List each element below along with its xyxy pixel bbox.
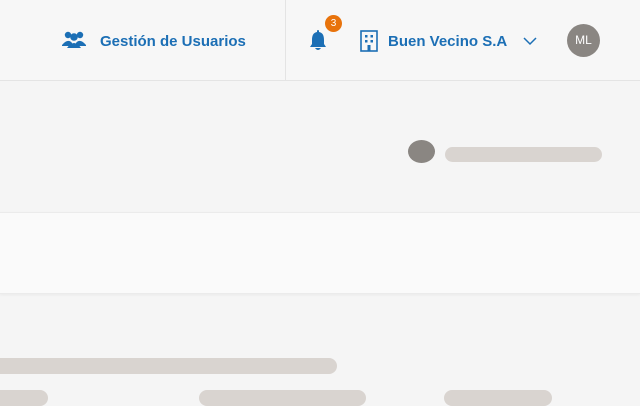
skeleton-bar [444,390,552,406]
skeleton-avatar [408,140,435,163]
company-name: Buen Vecino S.A [388,32,508,50]
loading-panel [0,212,640,294]
users-management-link[interactable]: Gestión de Usuarios [62,26,246,56]
skeleton-bar [199,390,366,406]
bell-icon[interactable] [307,29,329,53]
notifications-badge: 3 [325,15,342,32]
header-divider [285,0,286,80]
building-icon [360,30,378,52]
chevron-down-icon [517,36,537,46]
skeleton-bar [0,390,48,406]
avatar[interactable]: ML [567,24,600,57]
users-management-label: Gestión de Usuarios [100,32,246,50]
top-header: Gestión de Usuarios 3 Buen Vecino S.A ML [0,0,640,81]
company-selector[interactable]: Buen Vecino S.A [360,28,537,54]
skeleton-bar [445,147,602,162]
skeleton-bar [0,358,337,374]
users-icon [62,29,86,53]
